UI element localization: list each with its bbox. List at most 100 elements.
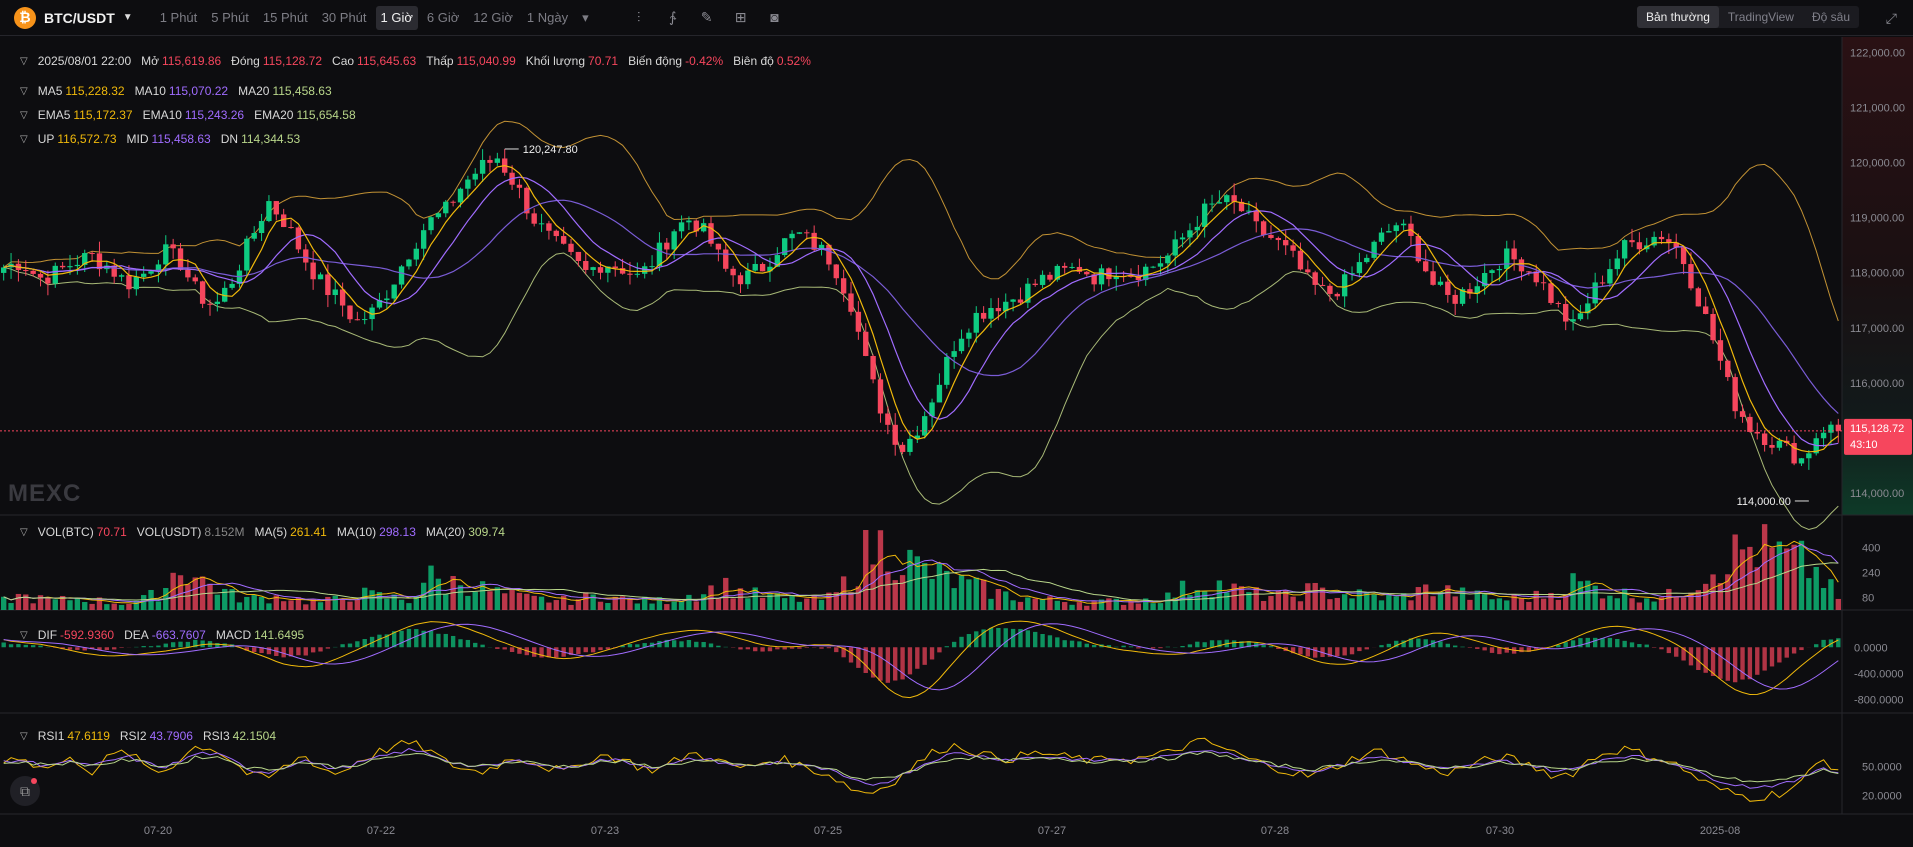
macd-legend: ▽ DIF -592.9360 DEA -663.7607 MACD 141.6495 [20, 628, 314, 642]
volume-bar [723, 577, 729, 610]
volume-bar [1135, 603, 1142, 610]
layout-icon[interactable]: ⊞ [724, 9, 758, 26]
macd-histogram-bar [893, 647, 898, 681]
interval-tab[interactable]: 1 Giờ [375, 5, 418, 30]
panel-toggle-button[interactable]: ⧉ [10, 776, 40, 806]
macd-histogram-bar [1563, 642, 1568, 648]
candle-body [207, 303, 213, 305]
collapse-chevron-icon[interactable]: ▽ [20, 527, 28, 538]
macd-histogram-bar [1740, 647, 1745, 680]
volume-bar [52, 599, 58, 610]
fullscreen-icon[interactable]: ⤢ [1886, 10, 1897, 27]
interval-tab[interactable]: 15 Phút [258, 6, 313, 30]
macd-histogram-bar [1128, 646, 1134, 648]
volume-bar [1216, 580, 1223, 610]
legend-value: 115,172.37 [73, 108, 133, 122]
macd-histogram-bar [8, 644, 14, 648]
macd-histogram-bar [671, 640, 677, 648]
interval-more-icon[interactable]: ▾ [577, 6, 594, 30]
interval-tabs: 1 Phút 5 Phút 15 Phút 30 Phút 1 Giờ 6 Giờ 12 G… [155, 5, 598, 30]
volume-bar [877, 530, 884, 610]
volume-bar [251, 595, 257, 610]
collapse-chevron-icon[interactable]: ▽ [20, 86, 28, 97]
volume-bar [1835, 598, 1841, 610]
collapse-chevron-icon[interactable]: ▽ [20, 56, 28, 67]
macd-histogram-bar [1629, 642, 1635, 648]
volume-bar [1489, 599, 1495, 610]
interval-tab[interactable]: 30 Phút [317, 6, 372, 30]
view-tab[interactable]: TradingView [1719, 6, 1803, 28]
macd-histogram-bar [406, 628, 412, 648]
candle-body [759, 263, 766, 272]
macd-histogram-bar [325, 647, 331, 649]
candle-body [863, 331, 869, 356]
candle-body [325, 274, 331, 296]
candle-body [413, 248, 419, 260]
volume-bar [1599, 598, 1606, 610]
candle-body [1319, 284, 1326, 286]
volume-bar [1305, 583, 1311, 610]
candle-body [1658, 236, 1665, 240]
time-tick-label: 07-30 [1486, 825, 1514, 837]
candle-body [516, 184, 523, 188]
macd-histogram-bar [465, 639, 471, 648]
ohlc-label: Biến động [628, 54, 683, 68]
macd-histogram-bar [1784, 647, 1789, 658]
collapse-chevron-icon[interactable]: ▽ [20, 134, 28, 145]
volume-bar [1828, 579, 1834, 610]
interval-tab[interactable]: 1 Ngày [522, 6, 573, 30]
interval-tab[interactable]: 12 Giờ [468, 6, 518, 30]
macd-histogram-bar [1195, 641, 1200, 648]
macd-histogram-bar [1718, 647, 1723, 679]
macd-histogram-bar [1452, 645, 1458, 648]
macd-histogram-bar [1674, 647, 1679, 657]
candle-body [1621, 240, 1628, 259]
volume-bar [332, 595, 338, 610]
volume-bar [1106, 598, 1112, 610]
volume-bar [546, 602, 552, 610]
candle-body [1710, 313, 1716, 341]
symbol-selector[interactable]: ₿ BTC/USDT ▼ [14, 6, 133, 29]
legend-label: MA(20) [425, 525, 466, 539]
macd-histogram-bar [1158, 647, 1163, 649]
collapse-chevron-icon[interactable]: ▽ [20, 630, 28, 641]
view-tab[interactable]: Bản thường [1636, 6, 1719, 28]
interval-tab[interactable]: 1 Phút [155, 6, 203, 30]
volume-bar [686, 594, 692, 610]
low-marker-label: 114,000.00 [1737, 496, 1791, 508]
volume-bar [1504, 600, 1510, 610]
volume-bar [465, 595, 471, 610]
candle-body [1739, 411, 1746, 417]
candle-body [303, 249, 309, 263]
candle-body [649, 266, 655, 268]
volume-bar [951, 588, 957, 610]
view-tab[interactable]: Độ sâu [1803, 6, 1859, 28]
collapse-chevron-icon[interactable]: ▽ [20, 731, 28, 742]
volume-bar [1673, 597, 1679, 610]
volume-bar [634, 603, 641, 610]
chart-canvas[interactable]: 122,000.00 121,000.00 120,000.00 119,000.00… [0, 37, 1913, 847]
volume-bar [671, 601, 677, 610]
camera-icon[interactable]: ◙ [758, 9, 792, 26]
volume-bar [863, 530, 869, 610]
macd-histogram-bar [1202, 642, 1207, 648]
candle-body [634, 273, 641, 275]
macd-histogram-bar [148, 646, 154, 648]
candle-body [664, 242, 670, 250]
collapse-chevron-icon[interactable]: ▽ [20, 110, 28, 121]
volume-bar [1526, 601, 1532, 610]
macd-histogram-bar [141, 646, 146, 648]
draw-icon[interactable]: ✎ [690, 9, 724, 26]
volume-bar [524, 593, 530, 610]
candle-body [656, 242, 663, 267]
candle-type-icon[interactable]: ⫶ [622, 9, 656, 26]
indicator-icon[interactable]: ∱ [656, 9, 690, 26]
macd-histogram-bar [679, 641, 684, 648]
interval-tab[interactable]: 6 Giờ [422, 6, 464, 30]
volume-bar [1540, 598, 1547, 610]
volume-bar [74, 597, 81, 610]
macd-histogram-bar [377, 634, 382, 648]
macd-histogram-bar [502, 647, 507, 650]
interval-tab[interactable]: 5 Phút [206, 6, 254, 30]
volume-bar [1680, 597, 1687, 610]
